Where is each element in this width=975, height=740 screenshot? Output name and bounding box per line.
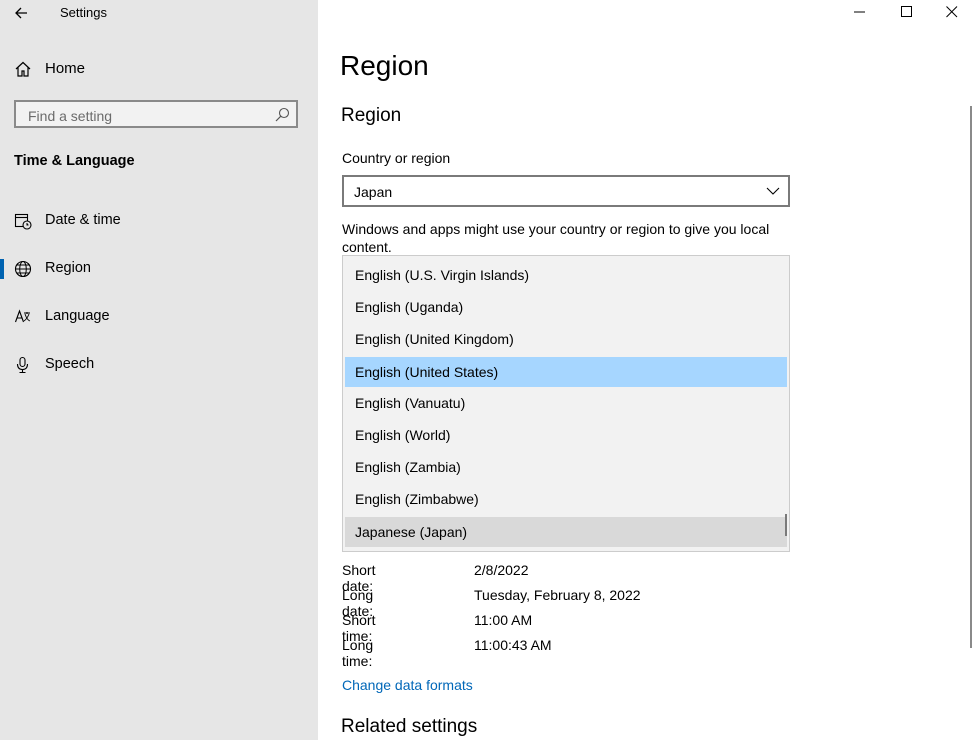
dropdown-option[interactable]: English (World) [345,420,787,450]
country-value: Japan [354,184,393,200]
format-value: Tuesday, February 8, 2022 [474,587,641,603]
dropdown-option[interactable]: English (Uganda) [345,292,787,322]
home-icon [15,61,31,77]
minimize-button[interactable] [838,0,882,24]
dropdown-option[interactable]: English (U.S. Virgin Islands) [345,260,787,290]
format-value: 11:00:43 AM [474,637,552,653]
sidebar: Settings Home Time & Language Date & tim… [0,0,318,740]
sidebar-item-speech[interactable]: Speech [0,349,318,381]
dropdown-option[interactable]: English (Vanuatu) [345,388,787,418]
globe-icon [14,260,32,278]
back-arrow-icon [15,7,27,19]
sidebar-item-date-time[interactable]: Date & time [0,205,318,237]
sidebar-item-label: Region [45,260,91,276]
dropdown-scrollbar[interactable] [785,514,787,536]
close-button[interactable] [930,0,974,24]
dropdown-option[interactable]: English (Zimbabwe) [345,484,787,514]
calendar-clock-icon [14,213,32,230]
app-title: Settings [60,5,107,20]
format-label: Long time: [342,637,374,669]
country-description: Windows and apps might use your country … [342,221,770,255]
minimize-icon [854,11,865,13]
sidebar-item-region[interactable]: Region [0,253,318,285]
search-box[interactable] [14,100,298,128]
sidebar-item-label: Date & time [45,212,121,228]
sidebar-item-label: Speech [45,356,95,372]
language-icon [14,309,31,323]
format-value: 11:00 AM [474,612,533,628]
dropdown-option[interactable]: English (Zambia) [345,452,787,482]
close-icon [946,6,958,18]
dropdown-option-highlighted[interactable]: English (United States) [345,357,787,387]
search-input[interactable] [26,106,270,126]
page-scrollbar[interactable] [970,106,972,648]
change-data-formats-link[interactable]: Change data formats [342,677,473,693]
sidebar-item-label: Language [45,308,110,324]
country-select[interactable]: Japan [342,175,790,207]
format-value: 2/8/2022 [474,562,529,578]
regional-format-dropdown[interactable]: English (U.S. Virgin Islands) English (U… [342,255,790,552]
country-label: Country or region [342,150,451,166]
search-icon[interactable] [274,107,290,123]
chevron-down-icon [766,187,780,195]
sidebar-item-language[interactable]: Language [0,301,318,333]
sidebar-home[interactable]: Home [0,56,318,82]
dropdown-option[interactable]: English (United Kingdom) [345,324,787,354]
maximize-button[interactable] [885,0,929,24]
related-settings-title: Related settings [341,716,478,737]
microphone-icon [16,356,29,374]
back-button[interactable] [10,2,34,24]
dropdown-option-selected[interactable]: Japanese (Japan) [345,517,787,547]
page-title: Region [340,50,429,81]
section-title: Region [341,105,402,126]
sidebar-section-title: Time & Language [14,153,135,169]
home-label: Home [45,60,86,77]
maximize-icon [901,6,912,17]
